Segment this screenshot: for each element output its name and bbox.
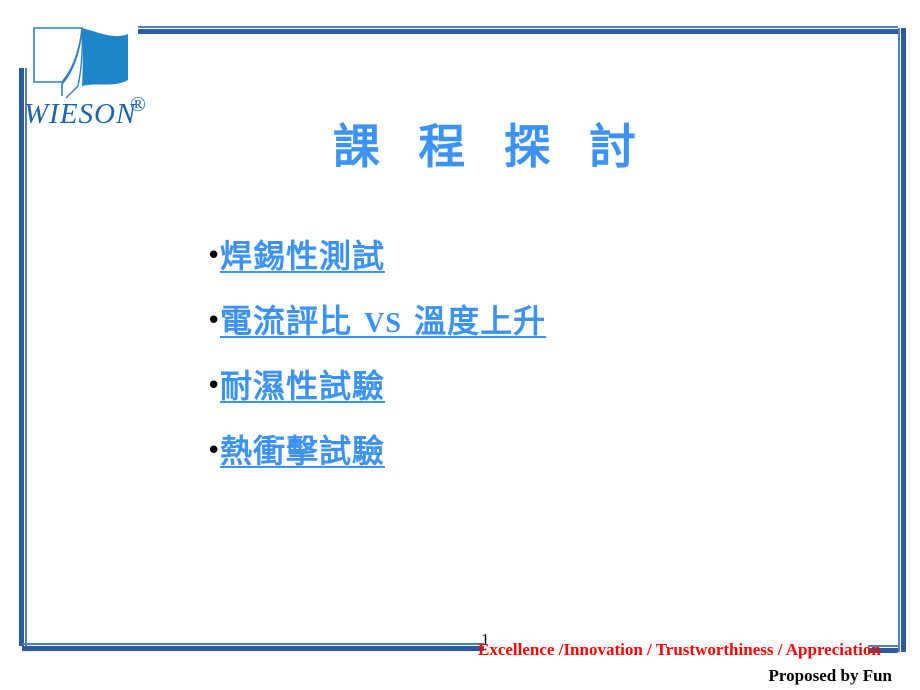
topic-label-part-pre: 電流評比 [220,302,365,340]
topic-label-part-latin: VS [364,308,402,339]
topic-link-thermal-shock[interactable]: 熱衝擊試驗 [220,431,385,471]
list-item[interactable]: • 焊錫性測試 [206,236,846,301]
topic-link-solderability[interactable]: 焊錫性測試 [220,236,385,276]
company-logo: ® WIESON [22,24,157,134]
bullet-dot-icon: • [206,436,222,466]
logo-wordmark: WIESON [24,98,137,130]
bullet-dot-icon: • [206,241,222,271]
page-title: 課 程 探 討 [332,120,648,175]
list-item[interactable]: • 熱衝擊試驗 [206,431,846,496]
topic-link-current-vs-temperature[interactable]: 電流評比 VS 溫度上升 [220,301,546,344]
frame-top-border [138,26,898,34]
frame-left-border [19,68,27,646]
frame-right-border [898,28,906,652]
bullet-dot-icon: • [206,371,222,401]
topic-link-humidity-resistance[interactable]: 耐濕性試驗 [220,366,385,406]
topic-label-part-post: 溫度上升 [401,302,547,340]
footer-author: Proposed by Fun [768,666,892,685]
frame-bottom-border [22,643,484,651]
bullet-dot-icon: • [206,306,222,336]
slide-canvas: ® WIESON 課 程 探 討 • 焊錫性測試 • 電流評比 VS 溫度上升 … [0,0,920,690]
list-item[interactable]: • 電流評比 VS 溫度上升 [206,301,846,366]
topic-list: • 焊錫性測試 • 電流評比 VS 溫度上升 • 耐濕性試驗 • 熱衝擊試驗 [206,236,846,496]
footer-slogan: Excellence /Innovation / Trustworthiness… [478,640,881,659]
list-item[interactable]: • 耐濕性試驗 [206,366,846,431]
